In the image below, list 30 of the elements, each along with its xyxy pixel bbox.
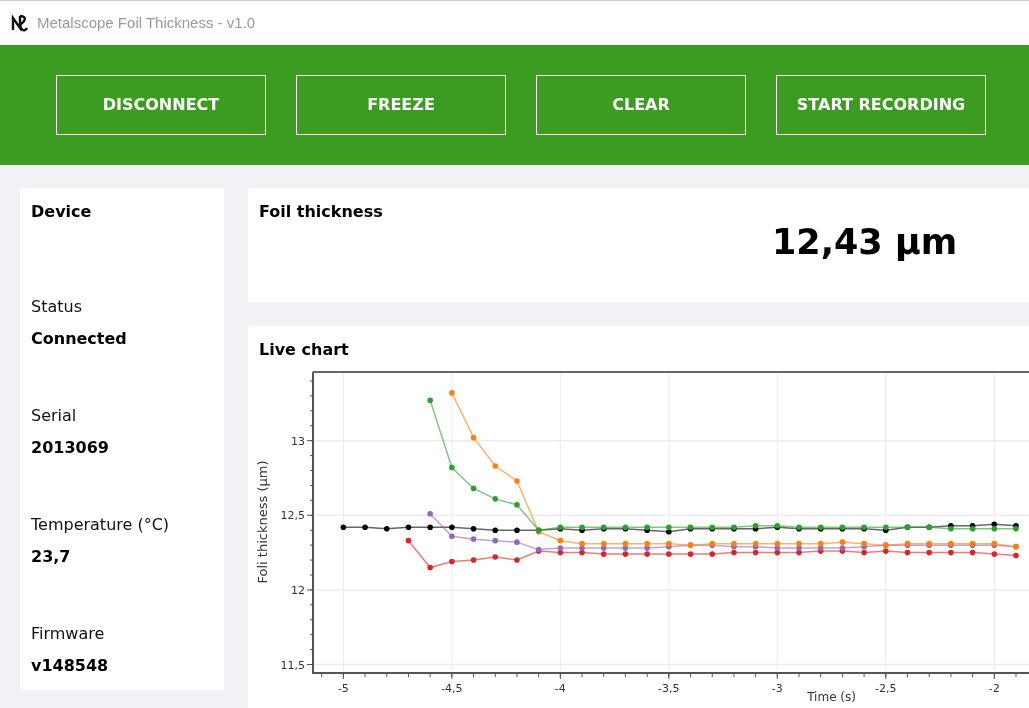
x-axis-title: Time (s): [807, 690, 856, 704]
window-title: Metalscope Foil Thickness - v1.0: [37, 12, 256, 33]
toolbar-button[interactable]: START RECORDING: [776, 75, 986, 135]
y-tick-label: 13: [291, 434, 305, 448]
field-value: v148548: [31, 655, 110, 677]
field-label: Firmware: [31, 623, 106, 645]
x-tick-label: -3: [771, 682, 783, 695]
x-tick-label: -4,5: [441, 682, 463, 695]
y-tick-label: 12,5: [280, 509, 305, 523]
field-value: Connected: [31, 328, 128, 350]
field-value: 23,7: [31, 546, 72, 568]
y-tick-label: 11,5: [280, 658, 305, 672]
field-label: Serial: [31, 405, 78, 427]
field-label: Status: [31, 296, 83, 318]
thickness-reading: 12,43 µm: [772, 221, 958, 264]
y-tick-label: 12: [291, 583, 305, 597]
y-axis-title: Foli thickness (µm): [255, 460, 270, 584]
field-value: 2013069: [31, 437, 110, 459]
toolbar-button[interactable]: FREEZE: [296, 75, 506, 135]
field-label: Temperature (°C): [31, 514, 171, 536]
card-title: Live chart: [259, 339, 350, 361]
x-tick-label: -2: [988, 682, 1000, 695]
x-tick-label: -5: [337, 682, 349, 695]
card-title: Foil thickness: [259, 201, 384, 223]
x-tick-label: -3,5: [658, 682, 680, 695]
card-title: Device: [31, 201, 93, 223]
toolbar-button[interactable]: DISCONNECT: [56, 75, 266, 135]
x-tick-label: -4: [554, 682, 566, 695]
x-tick-label: -2,5: [875, 682, 897, 695]
toolbar-button[interactable]: CLEAR: [536, 75, 746, 135]
